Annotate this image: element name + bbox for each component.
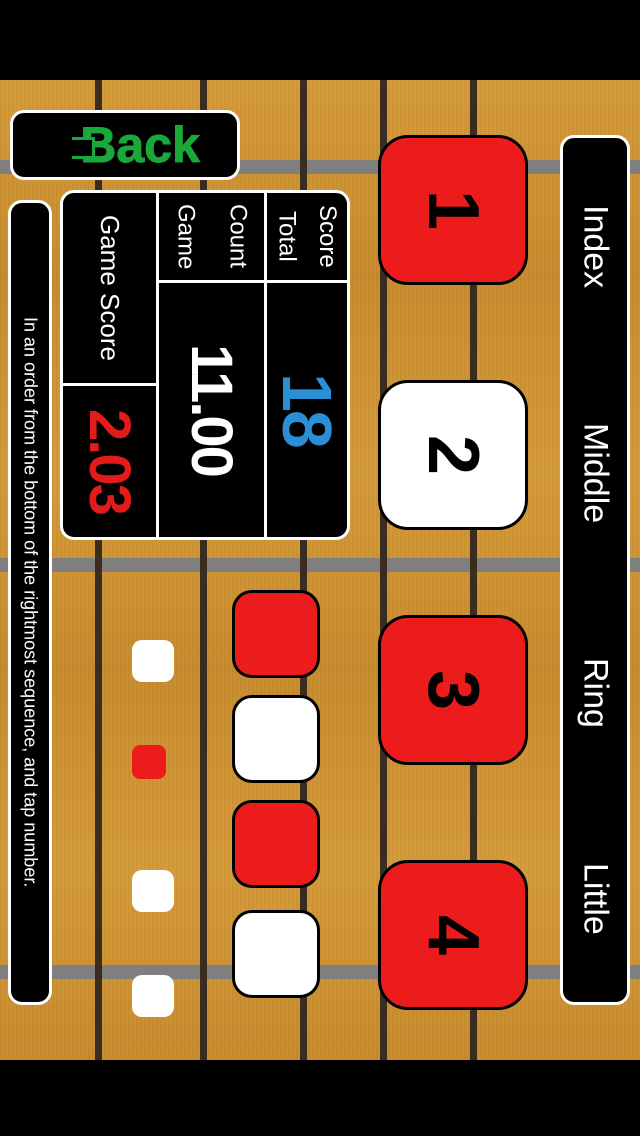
seq-small-1[interactable] [132,640,174,682]
seq-small-3[interactable] [132,870,174,912]
finger-label-middle: Middle [576,423,615,523]
finger-label-index: Index [576,205,615,288]
total-label-b: Score [307,193,347,280]
game-score-value: 2.03 [76,386,143,537]
score-col-total: Total Score 18 [264,193,347,537]
game-score-label: Game Score [94,193,125,383]
game-board: Back Total Score 18 Game Count 11.00 Gam… [0,80,640,1060]
back-label: Back [80,116,200,174]
score-col-count: Game Count 11.00 [156,193,263,537]
count-label-b: Count [211,193,263,280]
seq-small-2[interactable] [132,745,166,779]
finger-label-little: Little [576,863,615,935]
seq-med-3[interactable] [232,800,320,888]
total-label-a: Total [267,193,307,280]
seq-med-2[interactable] [232,695,320,783]
back-arrow-icon [50,129,74,161]
finger-label-ring: Ring [576,658,615,728]
instruction-bar: In an order from the bottom of the right… [8,200,52,1005]
seq-small-4[interactable] [132,975,174,1017]
instruction-text: In an order from the bottom of the right… [20,317,41,887]
score-panel: Total Score 18 Game Count 11.00 Game Sco… [60,190,350,540]
back-button[interactable]: Back [10,110,240,180]
total-score-value: 18 [267,283,347,537]
tap-tile-1[interactable]: 1 [378,135,528,285]
tap-tile-3[interactable]: 3 [378,615,528,765]
score-col-game: Game Score 2.03 [63,193,156,537]
app-root: Back Total Score 18 Game Count 11.00 Gam… [0,0,640,1136]
seq-med-4[interactable] [232,910,320,998]
count-label-a: Game [159,193,211,280]
finger-labels: Index Middle Ring Little [560,135,630,1005]
tap-tile-4[interactable]: 4 [378,860,528,1010]
seq-med-1[interactable] [232,590,320,678]
tap-tile-2[interactable]: 2 [378,380,528,530]
game-count-value: 11.00 [178,283,245,537]
